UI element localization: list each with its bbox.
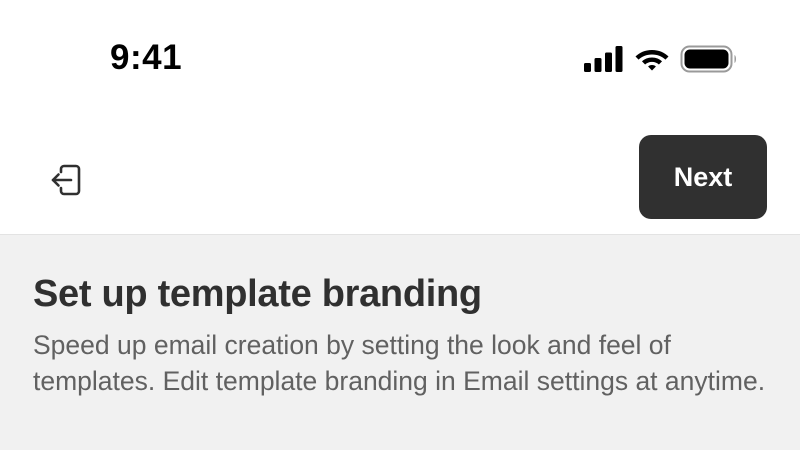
status-bar: 9:41 — [0, 0, 800, 110]
battery-icon — [680, 45, 736, 73]
next-button[interactable]: Next — [639, 135, 767, 219]
page-title: Set up template branding — [33, 273, 482, 315]
top-app-bar: Next — [0, 110, 800, 234]
branding-intro-section: Set up template branding Speed up email … — [0, 234, 800, 450]
page-description: Speed up email creation by setting the l… — [33, 330, 766, 396]
exit-icon — [51, 164, 81, 196]
app-screen: 9:41 Next Set up template branding Speed… — [0, 0, 800, 450]
wifi-icon — [635, 50, 669, 71]
status-icons — [584, 44, 738, 74]
signal-icon — [584, 46, 623, 72]
status-time: 9:41 — [110, 38, 183, 77]
exit-button[interactable] — [44, 158, 88, 202]
